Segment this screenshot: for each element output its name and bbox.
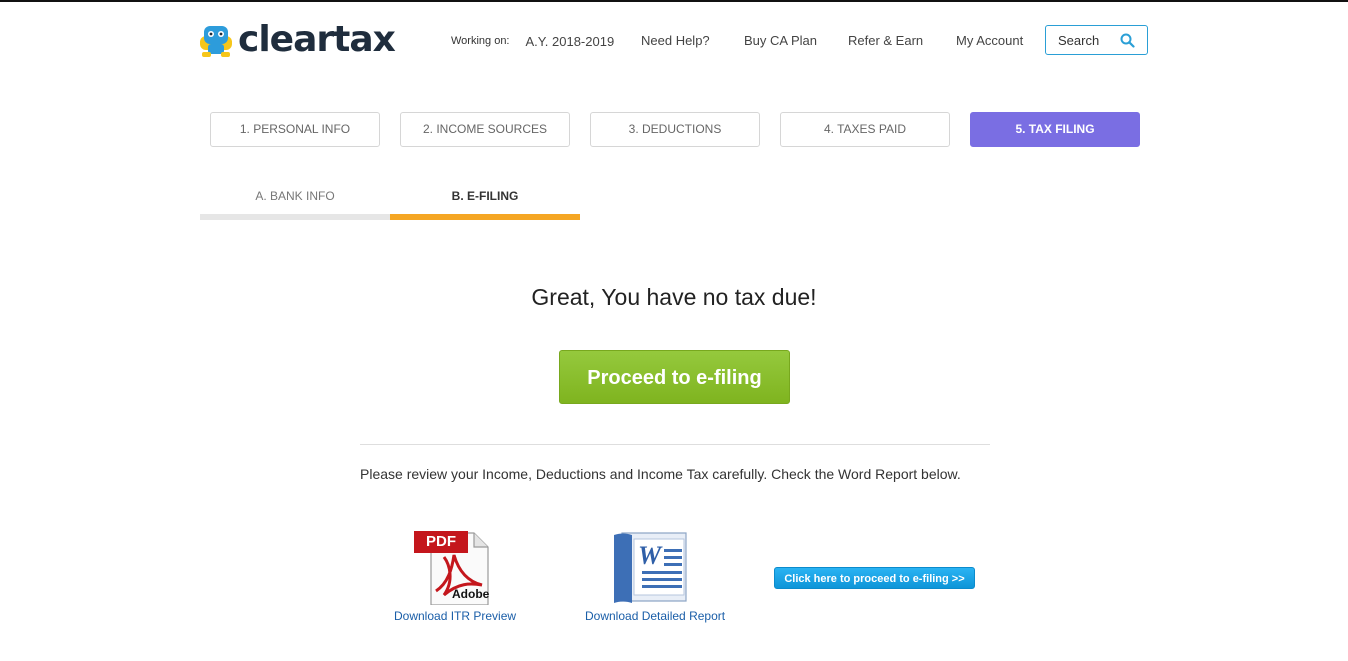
adobe-label: Adobe [452,587,490,601]
tab-e-filing-label: B. E-FILING [451,189,519,203]
buy-ca-plan-link[interactable]: Buy CA Plan [744,25,817,57]
proceed-to-efiling-button[interactable]: Proceed to e-filing [559,350,790,404]
search-icon [1120,33,1135,48]
no-tax-due-heading: Great, You have no tax due! [531,284,817,310]
assessment-year-selector[interactable]: A.Y. 2018-2019 [526,34,615,49]
divider [360,444,990,445]
tab-bank-info-label: A. BANK INFO [255,189,335,203]
my-account-link[interactable]: My Account [956,25,1023,57]
tab-e-filing[interactable]: B. E-FILING [390,185,580,220]
tab-bank-info[interactable]: A. BANK INFO [200,185,390,220]
download-detailed-report-link[interactable]: Download Detailed Report [585,609,725,623]
download-itr-preview-link[interactable]: Download ITR Preview [394,609,516,623]
step-income-sources[interactable]: 2. INCOME SOURCES [400,112,570,147]
need-help-link[interactable]: Need Help? [641,25,710,57]
pdf-download-icon[interactable]: PDF Adobe [414,529,490,606]
step-taxes-paid[interactable]: 4. TAXES PAID [780,112,950,147]
refer-earn-link[interactable]: Refer & Earn [848,25,923,57]
cleartax-logo[interactable]: cleartax [198,19,396,60]
logo-text: cleartax [238,19,396,60]
tab-underline [200,214,390,220]
word-download-icon[interactable]: W [612,529,692,605]
search-box[interactable]: Search [1045,25,1148,55]
step-deductions[interactable]: 3. DEDUCTIONS [590,112,760,147]
proceed-efiling-small-button[interactable]: Click here to proceed to e-filing >> [774,567,975,589]
robot-mascot-icon [200,26,232,57]
top-border [0,0,1348,2]
review-instructions: Please review your Income, Deductions an… [360,466,961,482]
tab-underline-active [390,214,580,220]
step-tax-filing[interactable]: 5. TAX FILING [970,112,1140,147]
working-on-label: Working on: [451,35,510,47]
pdf-badge: PDF [414,531,468,553]
search-label: Search [1058,32,1100,48]
step-personal-info[interactable]: 1. PERSONAL INFO [210,112,380,147]
working-on: Working on: A.Y. 2018-2019 [451,25,614,57]
word-letter: W [638,541,662,570]
